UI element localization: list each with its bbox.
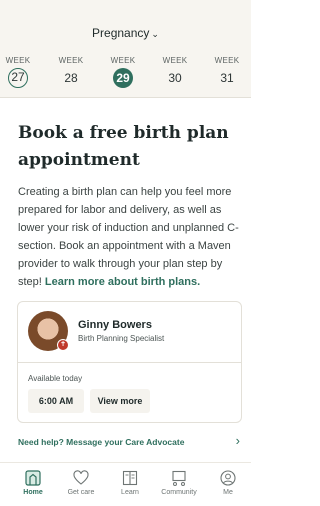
care-advocate-link[interactable]: Need help? Message your Care Advocate	[18, 437, 243, 447]
week-number-current: 29	[113, 68, 133, 88]
week-item-31[interactable]: WEEK 31	[207, 56, 247, 88]
week-selector: WEEK 27 WEEK 28 WEEK 29 WEEK 30 WEEK 31	[0, 48, 251, 98]
week-label: WEEK	[58, 56, 84, 65]
specialty-badge-icon: ✝	[57, 339, 69, 351]
article-body-text: Creating a birth plan can help you feel …	[18, 186, 239, 288]
tab-me[interactable]: Me	[203, 469, 253, 496]
week-label: WEEK	[214, 56, 240, 65]
tab-label: Home	[23, 489, 43, 496]
divider	[18, 362, 241, 363]
tab-home[interactable]: Home	[8, 469, 58, 496]
app-screen: Pregnancy ⌄ WEEK 27 WEEK 28 WEEK 29 WEEK …	[0, 0, 251, 506]
learn-more-link[interactable]: Learn more about birth plans.	[45, 276, 200, 288]
week-item-30[interactable]: WEEK 30	[155, 56, 195, 88]
journey-title: Pregnancy	[92, 26, 150, 40]
week-label: WEEK	[162, 56, 188, 65]
bottom-tab-bar: Home Get care Learn Community Me	[0, 462, 251, 506]
tab-community[interactable]: Community	[154, 469, 204, 496]
community-icon	[172, 470, 186, 486]
provider-card[interactable]: ✝ Ginny Bowers Birth Planning Specialist…	[17, 301, 242, 423]
provider-role: Birth Planning Specialist	[78, 334, 165, 343]
week-item-27[interactable]: WEEK 27	[0, 56, 38, 88]
view-more-button[interactable]: View more	[90, 389, 150, 413]
user-icon	[220, 470, 236, 486]
chevron-right-icon[interactable]: ›	[236, 433, 240, 448]
availability-label: Available today	[28, 374, 83, 383]
tab-learn[interactable]: Learn	[105, 469, 155, 496]
week-item-29[interactable]: WEEK 29	[103, 56, 143, 88]
journey-selector[interactable]: Pregnancy ⌄	[0, 26, 251, 40]
provider-name: Ginny Bowers	[78, 319, 152, 331]
week-number: 27	[8, 68, 28, 88]
article-title: Book a free birth plan appointment	[18, 123, 229, 170]
week-item-28[interactable]: WEEK 28	[51, 56, 91, 88]
week-number: 31	[220, 71, 234, 85]
chevron-down-icon: ⌄	[151, 29, 159, 39]
tab-get-care[interactable]: Get care	[56, 469, 106, 496]
heart-hands-icon	[73, 470, 89, 485]
week-number: 30	[168, 71, 182, 85]
tab-label: Community	[161, 489, 197, 496]
tab-label: Learn	[121, 489, 139, 496]
week-number: 28	[64, 71, 78, 85]
tab-label: Get care	[67, 489, 95, 496]
book-icon	[122, 470, 138, 486]
home-icon	[25, 470, 41, 486]
week-label: WEEK	[5, 56, 31, 65]
tab-label: Me	[223, 489, 233, 496]
time-slot-button[interactable]: 6:00 AM	[28, 389, 84, 413]
article-body: Creating a birth plan can help you feel …	[18, 183, 240, 291]
week-label: WEEK	[110, 56, 136, 65]
header: Pregnancy ⌄	[0, 0, 251, 48]
